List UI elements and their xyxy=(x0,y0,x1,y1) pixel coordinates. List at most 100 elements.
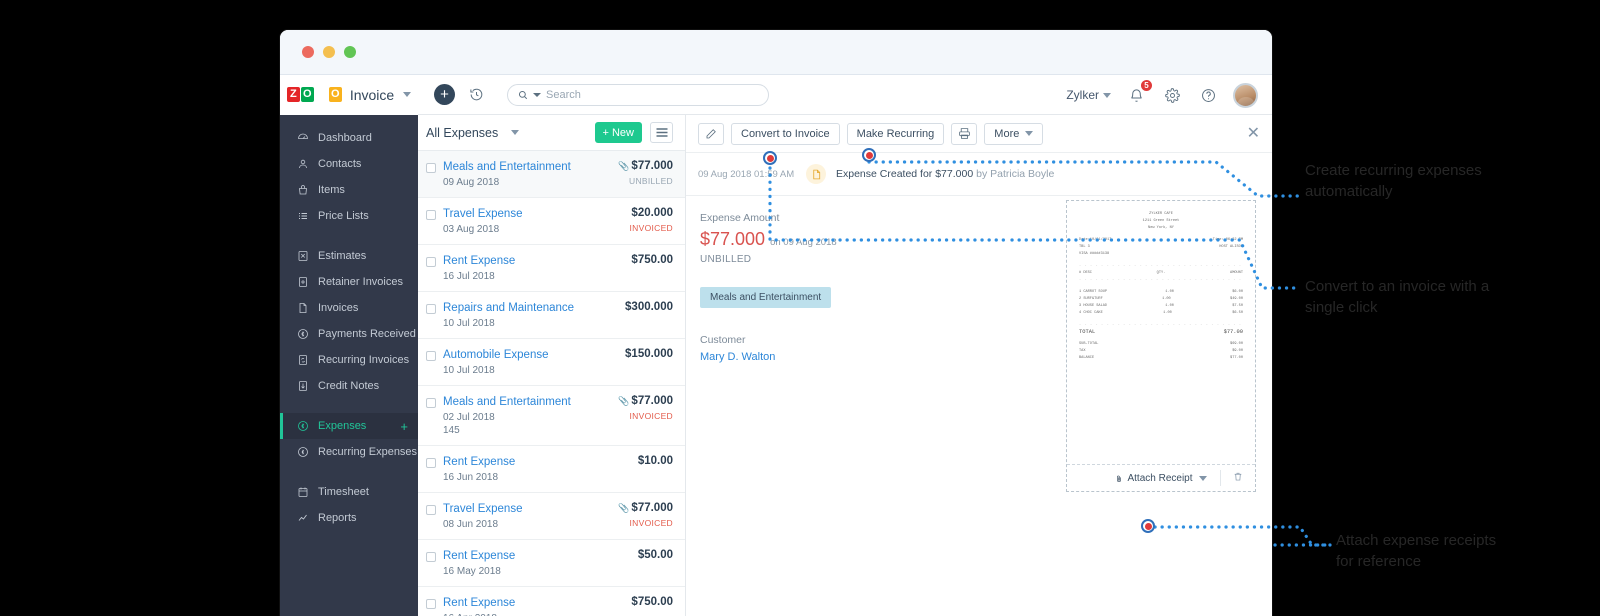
settings-button[interactable] xyxy=(1161,84,1183,106)
window-minimize-button[interactable] xyxy=(323,46,335,58)
attach-receipt-bar: Attach Receipt xyxy=(1067,464,1255,491)
table-row[interactable]: Repairs and Maintenance 10 Jul 2018 $300.0… xyxy=(418,292,685,339)
expense-name[interactable]: Travel Expense xyxy=(443,207,623,221)
sidebar-item-price-lists[interactable]: Price Lists xyxy=(280,203,418,229)
help-button[interactable] xyxy=(1197,84,1219,106)
expense-name[interactable]: Meals and Entertainment xyxy=(443,160,611,174)
trash-icon[interactable] xyxy=(1233,471,1243,485)
row-checkbox[interactable] xyxy=(426,163,436,173)
attach-receipt-button[interactable]: Attach Receipt xyxy=(1115,473,1207,484)
table-row[interactable]: Automobile Expense 10 Jul 2018 $150.000 xyxy=(418,339,685,386)
add-icon[interactable]: + xyxy=(434,84,455,105)
search-input[interactable]: Search xyxy=(507,83,769,106)
expense-name[interactable]: Travel Expense xyxy=(443,502,611,516)
row-checkbox[interactable] xyxy=(426,398,436,408)
history-icon[interactable] xyxy=(465,84,487,106)
org-chevron-down-icon[interactable] xyxy=(1103,92,1111,98)
table-row[interactable]: Rent Expense16 Apr 2018$750.00 xyxy=(418,587,685,616)
sidebar-item-retainer-invoices[interactable]: Retainer Invoices xyxy=(280,269,418,295)
list-filter-title[interactable]: All Expenses xyxy=(426,126,498,140)
brand-logo[interactable]: Z O H O Invoice xyxy=(280,74,418,115)
items-icon xyxy=(296,184,309,197)
expense-name[interactable]: Rent Expense xyxy=(443,596,624,610)
detail-content: Expense Amount $77.000 on 09 Aug 2018 UN… xyxy=(686,196,1272,616)
sidebar-item-contacts[interactable]: Contacts xyxy=(280,151,418,177)
table-row[interactable]: Travel Expense 03 Aug 2018 $20.000 INVOICED xyxy=(418,198,685,245)
expense-name[interactable]: Rent Expense xyxy=(443,254,624,268)
edit-button[interactable] xyxy=(698,122,724,145)
window-maximize-button[interactable] xyxy=(344,46,356,58)
org-switcher[interactable]: Zylker xyxy=(1066,88,1099,102)
avatar[interactable] xyxy=(1233,82,1258,108)
receipt-line-item: 4 CHOC CAKE 1.00 $6.50 xyxy=(1079,311,1243,315)
table-row[interactable]: Rent Expense 16 May 2018 $50.00 xyxy=(418,540,685,587)
sidebar-item-label: Timesheet xyxy=(318,486,369,498)
table-row[interactable]: Rent Expense 16 Jul 2018 $750.00 xyxy=(418,245,685,292)
new-expense-button[interactable]: + New xyxy=(594,122,642,143)
attach-chevron-down-icon xyxy=(1198,475,1207,481)
list-menu-button[interactable] xyxy=(650,122,673,143)
row-checkbox[interactable] xyxy=(426,458,436,468)
sidebar-item-reports[interactable]: Reports xyxy=(280,505,418,531)
list-filter-chevron-icon[interactable] xyxy=(511,130,520,135)
expense-name[interactable]: Rent Expense xyxy=(443,455,631,469)
expense-name[interactable]: Rent Expense xyxy=(443,549,631,563)
sidebar-item-dashboard[interactable]: Dashboard xyxy=(280,125,418,151)
notification-badge: 5 xyxy=(1140,79,1153,92)
sidebar-item-items[interactable]: Items xyxy=(280,177,418,203)
sidebar-item-timesheet[interactable]: Timesheet xyxy=(280,479,418,505)
sidebar-item-credit-notes[interactable]: Credit Notes xyxy=(280,373,418,399)
receipt-tax: TAX $9.00 xyxy=(1079,349,1243,353)
convert-to-invoice-button[interactable]: Convert to Invoice xyxy=(731,122,840,145)
expense-amount-text: $77.000 xyxy=(631,160,673,172)
row-checkbox[interactable] xyxy=(426,351,436,361)
table-row[interactable]: Meals and Entertainment 09 Aug 2018 📎 $77.0… xyxy=(418,151,685,198)
row-checkbox[interactable] xyxy=(426,257,436,267)
help-icon xyxy=(1201,88,1215,102)
table-row[interactable]: Travel Expense 08 Jun 2018 📎 $77.000 INVOICE… xyxy=(418,493,685,540)
chevron-down-icon xyxy=(403,92,412,97)
expense-amount: $750.00 xyxy=(631,254,673,266)
expense-name[interactable]: Repairs and Maintenance xyxy=(443,301,618,315)
expense-amount: $300.000 xyxy=(625,301,673,313)
screenshot-stage: Z O H O Invoice + Search Zylker 5 Dashbo… xyxy=(0,0,1600,616)
close-icon[interactable]: ✕ xyxy=(1247,125,1260,142)
estimates-icon xyxy=(296,250,309,263)
paperclip-icon xyxy=(1117,475,1122,482)
more-button[interactable]: More xyxy=(984,122,1044,145)
sidebar-item-invoices[interactable]: Invoices xyxy=(280,295,418,321)
header-right-cluster: Zylker 5 xyxy=(1066,75,1258,115)
row-checkbox[interactable] xyxy=(426,210,436,220)
expense-amount-text: $10.00 xyxy=(637,455,673,467)
payments-received-icon xyxy=(296,328,309,341)
sidebar-item-recurring-expenses[interactable]: Recurring Expenses xyxy=(280,439,418,465)
plus-icon: + xyxy=(602,126,609,139)
expense-name[interactable]: Automobile Expense xyxy=(443,348,618,362)
row-checkbox[interactable] xyxy=(426,599,436,609)
sidebar-item-estimates[interactable]: Estimates xyxy=(280,243,418,269)
app-window: Z O H O Invoice + Search Zylker 5 Dashbo… xyxy=(280,30,1272,616)
table-row[interactable]: Rent Expense 16 Jun 2018 $10.00 xyxy=(418,446,685,493)
status-badge: UNBILLED xyxy=(629,176,673,186)
detail-toolbar: Convert to Invoice Make Recurring More ✕ xyxy=(686,115,1272,153)
row-checkbox[interactable] xyxy=(426,552,436,562)
row-checkbox[interactable] xyxy=(426,304,436,314)
window-close-button[interactable] xyxy=(302,46,314,58)
expense-name[interactable]: Meals and Entertainment xyxy=(443,395,611,409)
receipt-image[interactable]: ZYLKER CAFE 1211 Green Street New York, NY… xyxy=(1067,201,1255,464)
timeline-text: Expense Created for $77.000 by Patricia … xyxy=(836,168,1054,180)
sidebar-add-expense-icon[interactable]: + xyxy=(400,419,408,434)
sidebar-item-recurring-invoices[interactable]: Recurring Invoices xyxy=(280,347,418,373)
receipt-line-item: 1 CARROT SOUP 1.00 $6.00 xyxy=(1079,290,1243,294)
customer-name[interactable]: Mary D. Walton xyxy=(700,351,1000,363)
divider xyxy=(1220,470,1221,486)
row-checkbox[interactable] xyxy=(426,505,436,515)
make-recurring-button[interactable]: Make Recurring xyxy=(846,122,945,145)
notifications-button[interactable]: 5 xyxy=(1125,79,1153,106)
sidebar-item-payments-received[interactable]: Payments Received xyxy=(280,321,418,347)
table-row[interactable]: Meals and Entertainment 02 Jul 2018 145 📎 $7… xyxy=(418,386,685,446)
search-filter-chevron-icon[interactable] xyxy=(533,92,541,97)
sidebar-item-expenses[interactable]: Expenses + xyxy=(280,413,418,439)
expense-date: 10 Jul 2018 xyxy=(443,365,495,376)
print-button[interactable] xyxy=(951,122,978,145)
